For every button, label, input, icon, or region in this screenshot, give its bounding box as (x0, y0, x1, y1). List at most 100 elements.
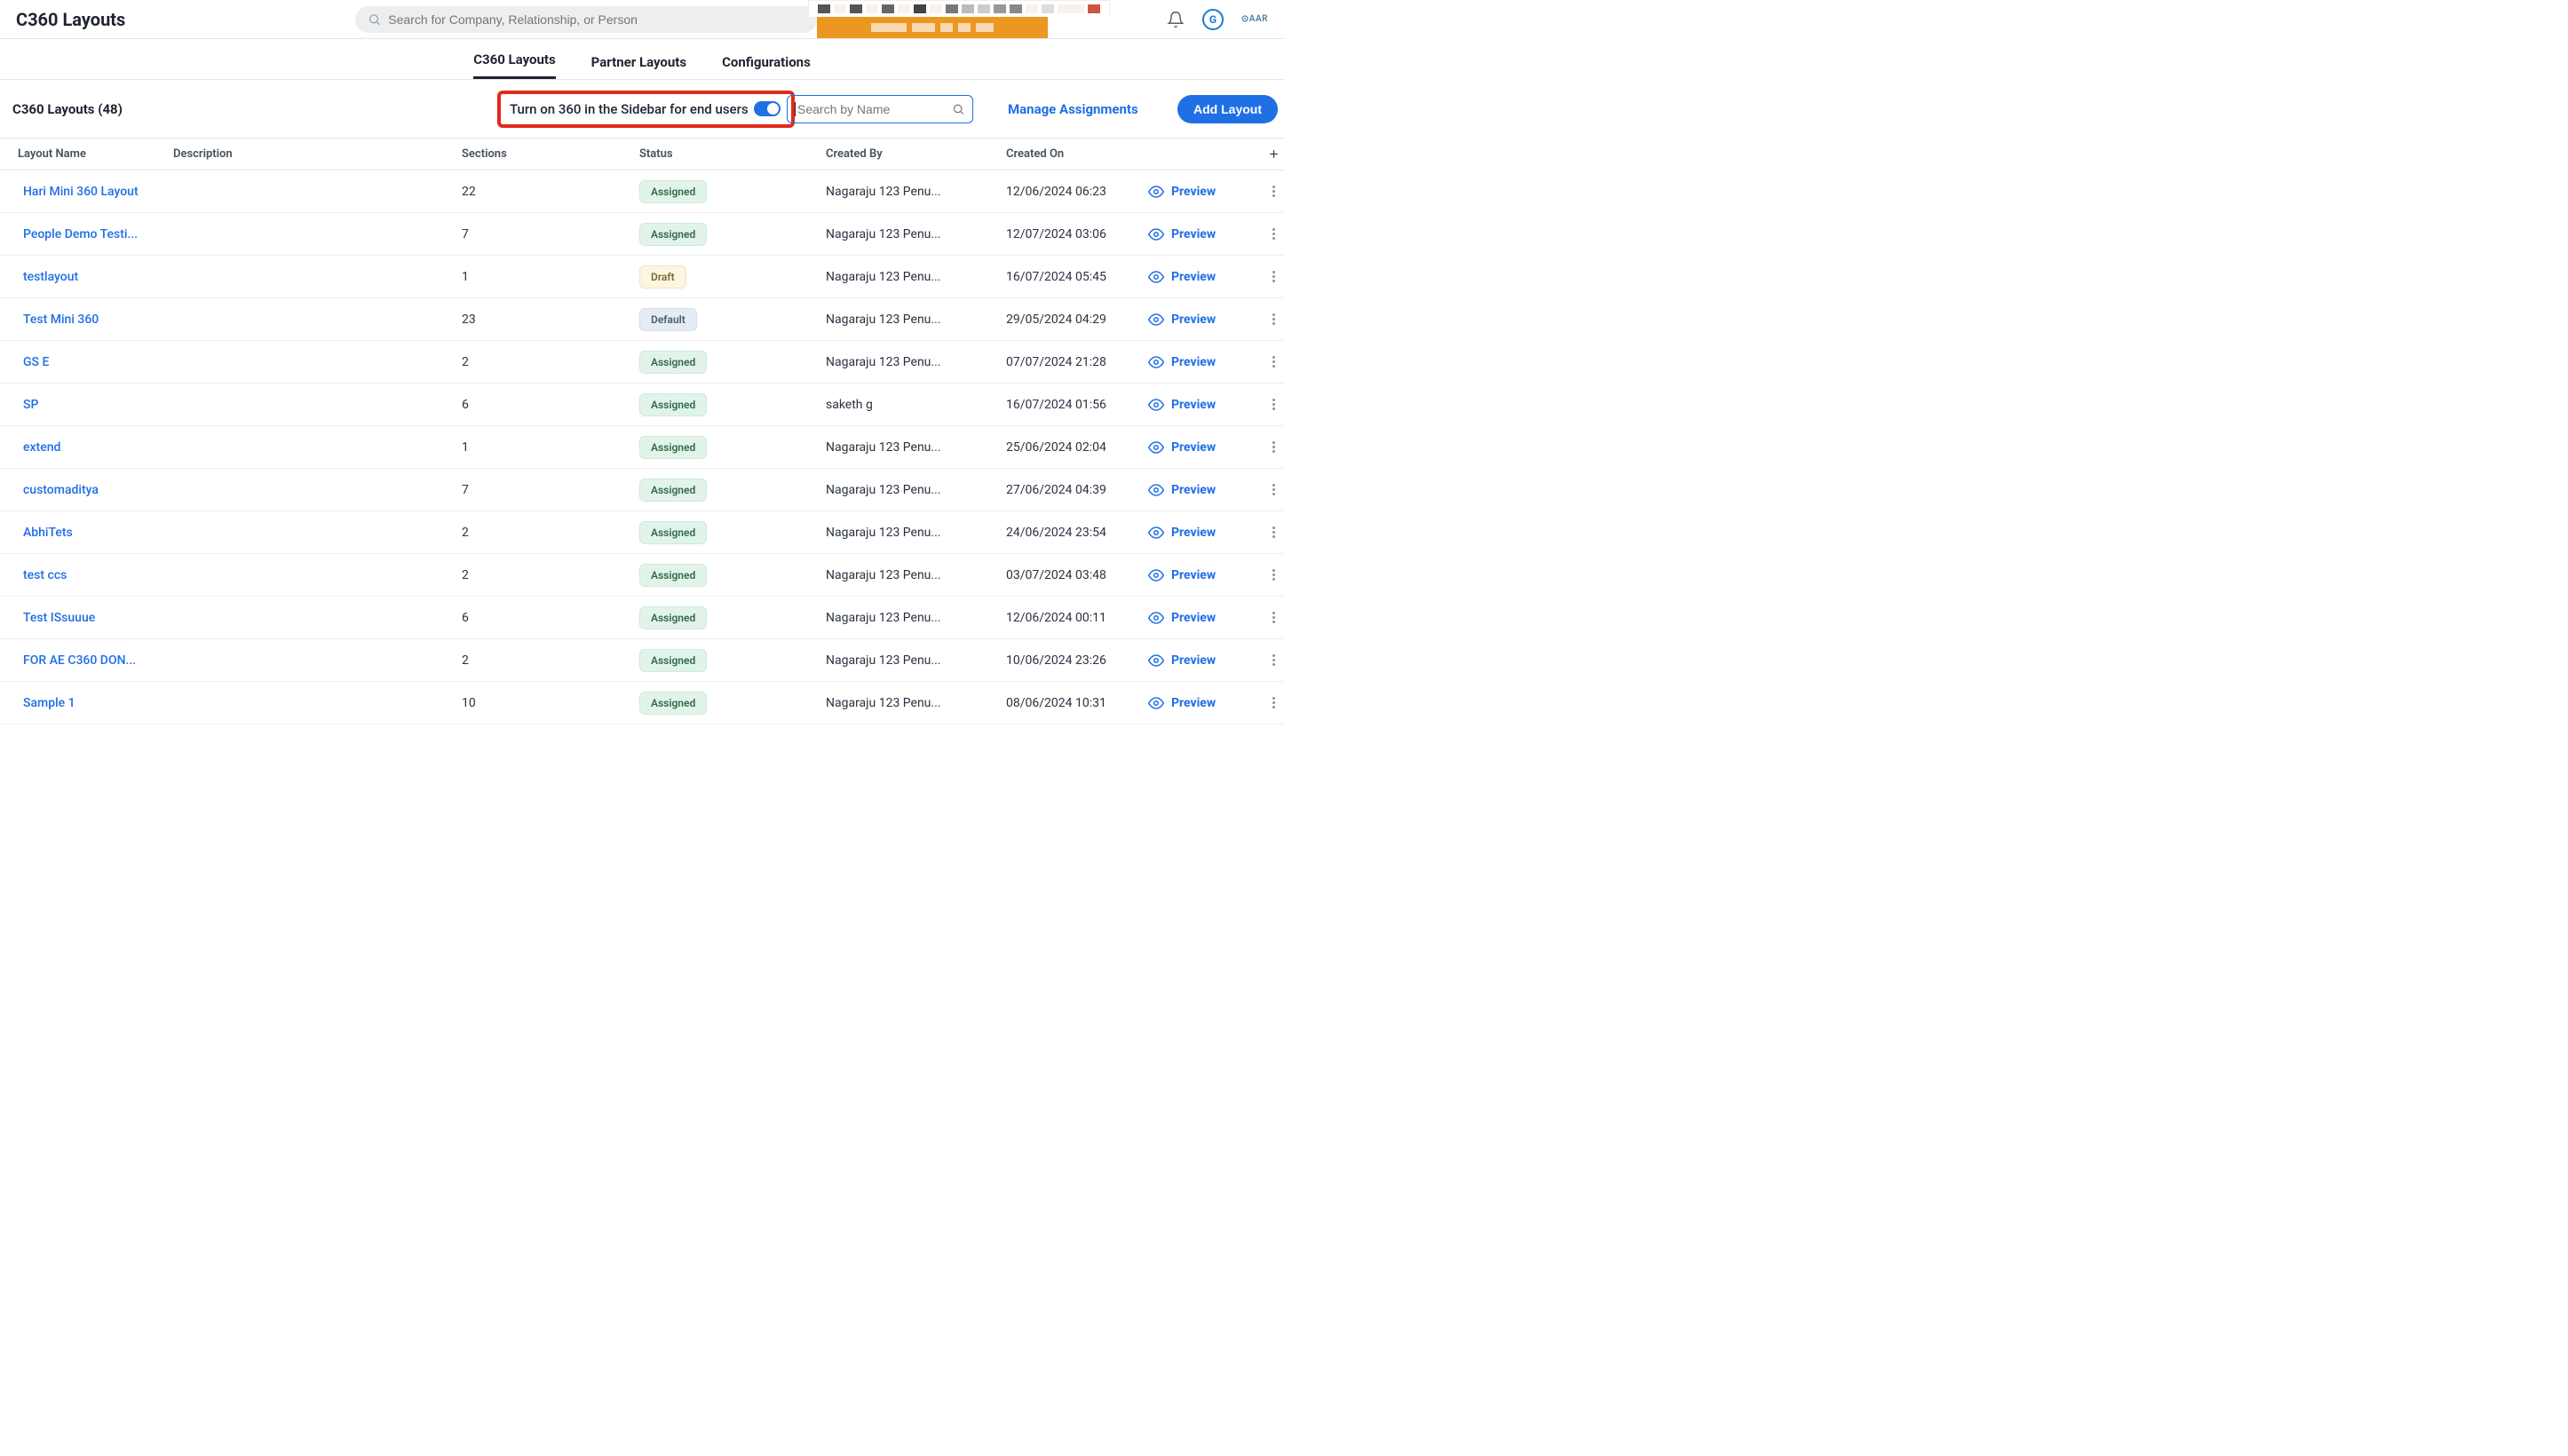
global-search[interactable] (355, 6, 817, 33)
layout-name-link[interactable]: GS E (23, 355, 49, 369)
table-header: Layout Name Description Sections Status … (0, 138, 1284, 170)
col-created-by: Created By (826, 147, 1006, 161)
preview-label: Preview (1171, 313, 1216, 327)
created-on-cell: 27/06/2024 04:39 (1006, 483, 1148, 497)
layout-name-link[interactable]: customaditya (23, 483, 99, 497)
created-on-cell: 12/06/2024 06:23 (1006, 185, 1148, 199)
preview-label: Preview (1171, 440, 1216, 455)
layouts-toolbar: C360 Layouts (48) Turn on 360 in the Sid… (0, 80, 1284, 138)
preview-button[interactable]: Preview (1148, 695, 1264, 711)
created-by-cell: Nagaraju 123 Penu... (826, 611, 1006, 625)
preview-label: Preview (1171, 483, 1216, 497)
preview-button[interactable]: Preview (1148, 610, 1264, 626)
preview-label: Preview (1171, 696, 1216, 710)
preview-button[interactable]: Preview (1148, 184, 1264, 200)
col-layout-name: Layout Name (0, 147, 173, 161)
created-on-cell: 24/06/2024 23:54 (1006, 526, 1148, 540)
status-badge: Default (639, 308, 697, 331)
table-row: Test Mini 36023DefaultNagaraju 123 Penu.… (0, 298, 1284, 341)
row-menu-button[interactable] (1264, 228, 1283, 240)
manage-assignments-link[interactable]: Manage Assignments (1008, 101, 1138, 117)
preview-button[interactable]: Preview (1148, 269, 1264, 285)
row-menu-button[interactable] (1264, 569, 1283, 581)
tab-c360-layouts[interactable]: C360 Layouts (473, 51, 555, 79)
layout-name-link[interactable]: testlayout (23, 270, 78, 284)
tab-partner-layouts[interactable]: Partner Layouts (591, 54, 686, 79)
table-row: FOR AE C360 DON...2AssignedNagaraju 123 … (0, 639, 1284, 682)
preview-button[interactable]: Preview (1148, 439, 1264, 455)
preview-button[interactable]: Preview (1148, 653, 1264, 669)
layout-name-link[interactable]: SP (23, 398, 38, 412)
layout-name-link[interactable]: extend (23, 440, 60, 455)
status-badge: Assigned (639, 606, 707, 629)
preview-button[interactable]: Preview (1148, 567, 1264, 583)
row-menu-button[interactable] (1264, 484, 1283, 495)
created-on-cell: 25/06/2024 02:04 (1006, 440, 1148, 455)
preview-label: Preview (1171, 526, 1216, 540)
sidebar-360-toggle-label: Turn on 360 in the Sidebar for end users (510, 101, 749, 117)
name-search[interactable] (787, 95, 973, 123)
eye-icon (1148, 226, 1164, 242)
sections-cell: 10 (462, 696, 639, 710)
layout-name-link[interactable]: Test Mini 360 (23, 313, 99, 327)
status-badge: Assigned (639, 351, 707, 374)
row-menu-button[interactable] (1264, 612, 1283, 623)
created-on-cell: 16/07/2024 01:56 (1006, 398, 1148, 412)
global-search-input[interactable] (388, 12, 804, 27)
row-menu-button[interactable] (1264, 654, 1283, 666)
layout-name-link[interactable]: Hari Mini 360 Layout (23, 185, 139, 199)
preview-button[interactable]: Preview (1148, 354, 1264, 370)
sections-cell: 7 (462, 227, 639, 241)
created-by-cell: saketh g (826, 398, 1006, 412)
table-row: Test ISsuuue6AssignedNagaraju 123 Penu..… (0, 597, 1284, 639)
preview-button[interactable]: Preview (1148, 312, 1264, 328)
row-menu-button[interactable] (1264, 356, 1283, 368)
layout-name-link[interactable]: Test ISsuuue (23, 611, 95, 625)
row-menu-button[interactable] (1264, 441, 1283, 453)
created-by-cell: Nagaraju 123 Penu... (826, 440, 1006, 455)
table-row: Hari Mini 360 Layout22AssignedNagaraju 1… (0, 170, 1284, 213)
created-on-cell: 10/06/2024 23:26 (1006, 653, 1148, 668)
g-icon[interactable]: G (1202, 9, 1224, 30)
preview-button[interactable]: Preview (1148, 525, 1264, 541)
sections-cell: 23 (462, 313, 639, 327)
tab-configurations[interactable]: Configurations (722, 54, 811, 79)
app-header: C360 Layouts G ⊙AAR (0, 0, 1284, 39)
row-menu-button[interactable] (1264, 271, 1283, 282)
preview-button[interactable]: Preview (1148, 397, 1264, 413)
row-menu-button[interactable] (1264, 186, 1283, 197)
layout-name-link[interactable]: test ccs (23, 568, 67, 582)
bell-icon[interactable] (1167, 11, 1185, 28)
sections-cell: 22 (462, 185, 639, 199)
preview-label: Preview (1171, 611, 1216, 625)
sidebar-360-toggle[interactable] (754, 101, 781, 116)
layout-name-link[interactable]: FOR AE C360 DON... (23, 653, 136, 668)
layout-name-link[interactable]: Sample 1 (23, 696, 75, 710)
row-menu-button[interactable] (1264, 399, 1283, 410)
status-badge: Assigned (639, 521, 707, 544)
status-badge: Assigned (639, 479, 707, 502)
page-title: C360 Layouts (16, 9, 125, 30)
sections-cell: 2 (462, 526, 639, 540)
preview-label: Preview (1171, 227, 1216, 241)
name-search-input[interactable] (797, 102, 952, 116)
row-menu-button[interactable] (1264, 313, 1283, 325)
preview-button[interactable]: Preview (1148, 482, 1264, 498)
add-layout-button[interactable]: Add Layout (1177, 95, 1278, 123)
text-cursor (795, 102, 796, 116)
layout-name-link[interactable]: AbhiTets (23, 526, 73, 540)
table-row: Sample 110AssignedNagaraju 123 Penu...08… (0, 682, 1284, 724)
eye-icon (1148, 269, 1164, 285)
table-row: SP6Assignedsaketh g16/07/2024 01:56Previ… (0, 384, 1284, 426)
table-row: customaditya7AssignedNagaraju 123 Penu..… (0, 469, 1284, 511)
sections-cell: 2 (462, 568, 639, 582)
col-description: Description (173, 147, 462, 161)
row-menu-button[interactable] (1264, 526, 1283, 538)
add-column-button[interactable] (1264, 147, 1283, 161)
sections-cell: 2 (462, 355, 639, 369)
sections-cell: 7 (462, 483, 639, 497)
row-menu-button[interactable] (1264, 697, 1283, 708)
preview-button[interactable]: Preview (1148, 226, 1264, 242)
layout-name-link[interactable]: People Demo Testi... (23, 227, 138, 241)
status-badge: Assigned (639, 564, 707, 587)
